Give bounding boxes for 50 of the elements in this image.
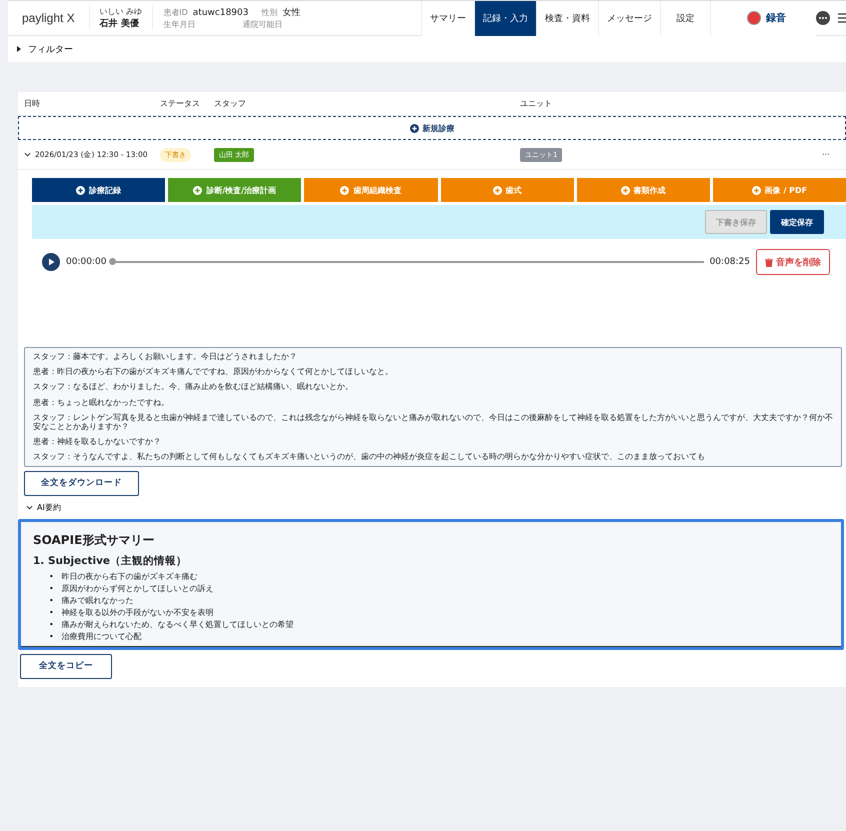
column-header: ユニット: [519, 98, 553, 109]
new-visit-button[interactable]: 新規診療: [18, 116, 846, 140]
bullet-icon: •: [49, 606, 54, 618]
transcript-line: 患者：ちょっと眠れなかったですね。: [33, 398, 170, 407]
nav-tab[interactable]: 設定: [660, 0, 710, 36]
section-heading: 1. Subjective（主観的情報）: [33, 554, 188, 568]
patient-name: 石井 美優: [100, 17, 140, 30]
transcript-line: スタッフ：レントゲン写真を見ると虫歯が神経まで達しているので、これは残念ながら神経を取らないと痛みが取れないので、今日はこの後麻酔をして神経を取る処置をした方がいいと思うんですが、大丈夫ですか？何か不安なこととかありますか？: [33, 412, 833, 432]
transcript-line: 患者：神経を取るしかないですか？: [33, 437, 162, 446]
summary-item: 原因がわからず何とかしてほしいとの訴え: [62, 582, 214, 594]
bullet-icon: •: [49, 582, 54, 594]
summary-item: 神経を取る以外の手段がないか不安を表明: [62, 606, 214, 618]
summary-item: 痛みが耐えられないため、なるべく早く処置してほしいとの希望: [62, 618, 294, 630]
column-header: 日時: [23, 98, 41, 109]
bullet-icon: •: [49, 570, 54, 582]
field-label: 患者ID: [163, 7, 188, 18]
transcript-line: スタッフ：藤本です。よろしくお願いします。今日はどうされましたか？: [33, 352, 298, 362]
column-header: スタッフ: [213, 98, 247, 109]
summary-item: 痛みで眠れなかった: [62, 594, 134, 606]
field-label: 生年月日: [163, 19, 196, 30]
delete-audio-button[interactable]: 音声を削除: [756, 249, 830, 275]
download-button[interactable]: 全文をダウンロード: [24, 470, 139, 496]
field-value: 女性: [282, 6, 300, 19]
bullet-icon: •: [49, 618, 54, 630]
current-time: 00:00:00: [66, 257, 106, 267]
summary-title: SOAPIE形式サマリー: [33, 532, 156, 548]
patient-kana: いしい みゆ: [100, 6, 142, 17]
summary-item: 治療費用について心配: [62, 630, 142, 642]
nav-tab[interactable]: 検査・資料: [536, 0, 598, 36]
summary-item: 昨日の夜から右下の歯がズキズキ痛む: [62, 570, 198, 582]
confirm-save-button[interactable]: 確定保存: [770, 210, 824, 234]
nav-tab[interactable]: 記録・入力: [474, 0, 536, 36]
column-header: ステータス: [159, 98, 201, 109]
more-button[interactable]: ···: [822, 150, 846, 159]
action-button[interactable]: 診断/検査/治療計画: [168, 178, 302, 202]
transcript-line: 患者：昨日の夜から右下の歯がズキズキ痛んでですね、原因がわからなくて何とかしてほしいなと。: [33, 367, 394, 376]
copy-button[interactable]: 全文をコピー: [20, 654, 112, 678]
nav-tab[interactable]: メッセージ: [598, 0, 660, 36]
transcript-line: スタッフ：なるほど、わかりました。今、痛み止めを飲むほど結構痛い、眠れないとか。: [33, 382, 354, 392]
total-time: 00:08:25: [710, 257, 750, 267]
action-button[interactable]: 診療記録: [32, 178, 166, 202]
logo: paylight X: [21, 11, 76, 25]
bullet-icon: •: [49, 630, 54, 642]
nav-tab[interactable]: サマリー: [421, 0, 474, 36]
record-button[interactable]: 録音: [710, 0, 816, 36]
field-value: atuwc18903: [192, 8, 248, 18]
field-label: 通院可能日: [242, 19, 282, 30]
field-label: 性別: [261, 7, 278, 18]
bullet-icon: •: [49, 594, 54, 606]
transcript-line: スタッフ：そうなんですよ、私たちの判断として何もしなくてもズキズキ痛いというのが、歯の中の神経が炎症を起こしている時の明らかな分かりやすい症状で、このまま放っておいても: [33, 452, 706, 462]
